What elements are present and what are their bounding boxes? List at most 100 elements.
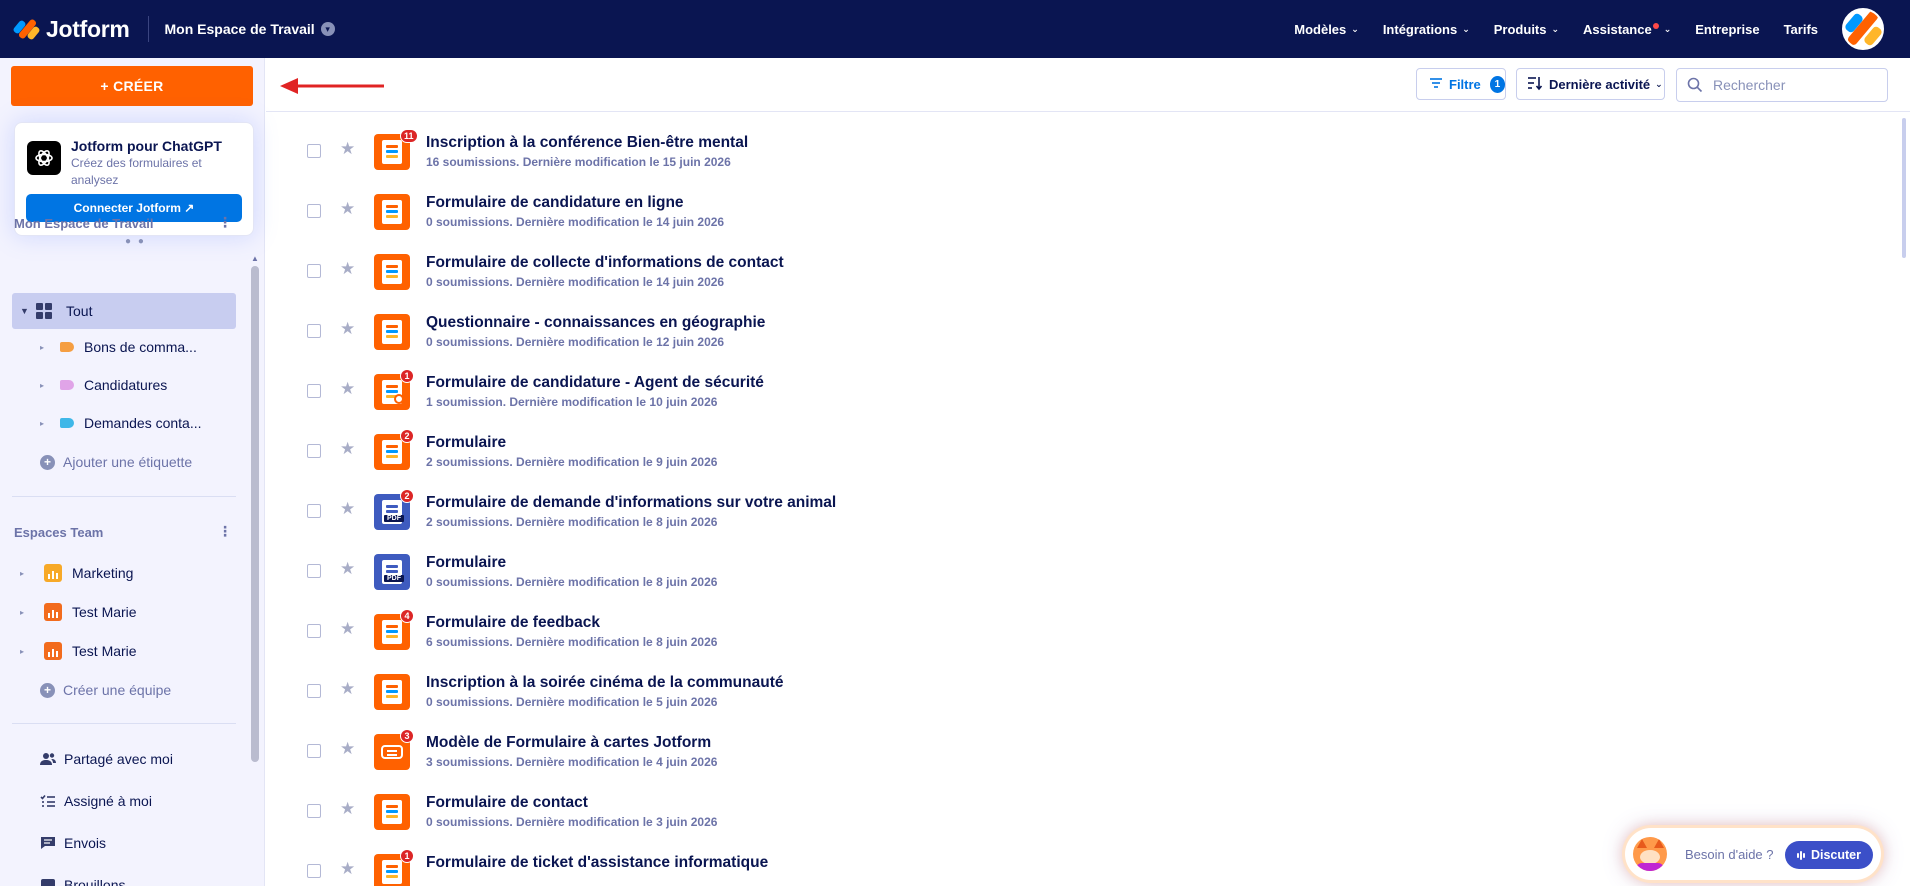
form-title[interactable]: Formulaire de collecte d'informations de…: [426, 254, 784, 272]
form-row[interactable]: ★ 3 Modèle de Formulaire à cartes Jotform 3…: [266, 720, 1900, 780]
form-icon[interactable]: [374, 794, 410, 830]
help-chat-widget[interactable]: Besoin d'aide ? Discuter: [1625, 828, 1881, 880]
sidebar-label-item[interactable]: ▸ Candidatures: [40, 373, 167, 397]
nav-item-0[interactable]: Modèles ⌄: [1294, 22, 1359, 37]
form-row[interactable]: ★ Questionnaire - connaissances en géogra…: [266, 300, 1900, 360]
form-row[interactable]: ★ 11 Inscription à la conférence Bien-être…: [266, 120, 1900, 180]
nav-item-1[interactable]: Intégrations ⌄: [1383, 22, 1470, 37]
form-checkbox[interactable]: [307, 564, 321, 578]
create-team-button[interactable]: + Créer une équipe: [40, 678, 171, 702]
filter-button[interactable]: Filtre 1: [1416, 68, 1506, 100]
create-button[interactable]: + CRÉER: [11, 66, 253, 106]
form-checkbox[interactable]: [307, 504, 321, 518]
add-label-button[interactable]: + Ajouter une étiquette: [40, 450, 192, 474]
sidebar-item-message[interactable]: Envois: [40, 831, 106, 855]
team-item[interactable]: ▸ Test Marie: [20, 600, 137, 624]
star-icon[interactable]: ★: [340, 439, 355, 459]
form-title[interactable]: Modèle de Formulaire à cartes Jotform: [426, 734, 711, 752]
star-icon[interactable]: ★: [340, 499, 355, 519]
jotform-logo[interactable]: Jotform: [12, 16, 130, 43]
form-title[interactable]: Inscription à la conférence Bien-être me…: [426, 134, 748, 152]
form-icon[interactable]: [374, 194, 410, 230]
form-row[interactable]: ★ 1 Formulaire de candidature - Agent de s…: [266, 360, 1900, 420]
star-icon[interactable]: ★: [340, 199, 355, 219]
star-icon[interactable]: ★: [340, 259, 355, 279]
form-row[interactable]: ★ Inscription à la soirée cinéma de la co…: [266, 660, 1900, 720]
form-checkbox[interactable]: [307, 384, 321, 398]
sort-dropdown[interactable]: Dernière activité ⌄: [1516, 68, 1665, 100]
form-icon[interactable]: [374, 254, 410, 290]
caret-right-icon[interactable]: ▸: [40, 343, 54, 352]
nav-item-4[interactable]: Entreprise: [1695, 22, 1759, 37]
form-title[interactable]: Formulaire de ticket d'assistance inform…: [426, 854, 768, 872]
form-row[interactable]: ★ Formulaire de candidature en ligne 0 sou…: [266, 180, 1900, 240]
team-item[interactable]: ▸ Marketing: [20, 561, 133, 585]
form-checkbox[interactable]: [307, 324, 321, 338]
form-title[interactable]: Formulaire de demande d'informations sur…: [426, 494, 836, 512]
star-icon[interactable]: ★: [340, 739, 355, 759]
workspace-switcher[interactable]: Mon Espace de Travail ▾: [165, 21, 335, 37]
scroll-up-icon[interactable]: ▲: [251, 254, 259, 263]
star-icon[interactable]: ★: [340, 319, 355, 339]
form-title[interactable]: Formulaire: [426, 554, 506, 572]
user-avatar[interactable]: [1842, 8, 1884, 50]
form-title[interactable]: Formulaire de feedback: [426, 614, 600, 632]
search-input[interactable]: [1713, 77, 1883, 93]
caret-right-icon[interactable]: ▸: [40, 419, 54, 428]
form-checkbox[interactable]: [307, 624, 321, 638]
nav-item-2[interactable]: Produits ⌄: [1494, 22, 1559, 37]
form-row[interactable]: ★ PDF Formulaire 0 soumissions. Dernière mo…: [266, 540, 1900, 600]
form-row[interactable]: ★ PDF 2 Formulaire de demande d'information…: [266, 480, 1900, 540]
form-icon[interactable]: [374, 314, 410, 350]
form-title[interactable]: Formulaire de contact: [426, 794, 588, 812]
form-title[interactable]: Formulaire de candidature - Agent de séc…: [426, 374, 764, 392]
sidebar-label-item[interactable]: ▸ Demandes conta...: [40, 411, 202, 435]
form-title[interactable]: Inscription à la soirée cinéma de la com…: [426, 674, 783, 692]
form-icon[interactable]: [374, 674, 410, 710]
star-icon[interactable]: ★: [340, 799, 355, 819]
caret-right-icon[interactable]: ▸: [20, 569, 34, 578]
star-icon[interactable]: ★: [340, 139, 355, 159]
sidebar-scrollbar[interactable]: ▲: [249, 254, 261, 886]
sidebar-scrollbar-thumb[interactable]: [251, 266, 259, 762]
main-scrollbar[interactable]: [1900, 58, 1910, 886]
sidebar-item-all[interactable]: ▼ Tout: [12, 293, 236, 329]
form-checkbox[interactable]: [307, 744, 321, 758]
form-checkbox[interactable]: [307, 204, 321, 218]
form-row[interactable]: ★ Formulaire de collecte d'informations d…: [266, 240, 1900, 300]
caret-right-icon[interactable]: ▸: [20, 647, 34, 656]
sidebar-label-item[interactable]: ▸ Bons de comma...: [40, 335, 197, 359]
sidebar-item-drafts[interactable]: Brouillons: [40, 873, 125, 886]
form-checkbox[interactable]: [307, 864, 321, 878]
pdf-form-icon[interactable]: PDF: [374, 554, 410, 590]
star-icon[interactable]: ★: [340, 679, 355, 699]
nav-item-3[interactable]: Assistance ⌄: [1583, 22, 1671, 37]
resize-handle[interactable]: ● ●: [125, 236, 146, 247]
star-icon[interactable]: ★: [340, 559, 355, 579]
workspace-more-icon[interactable]: ⋮: [218, 214, 232, 231]
form-checkbox[interactable]: [307, 264, 321, 278]
form-title[interactable]: Formulaire de candidature en ligne: [426, 194, 684, 212]
form-checkbox[interactable]: [307, 444, 321, 458]
nav-item-5[interactable]: Tarifs: [1784, 22, 1818, 37]
form-checkbox[interactable]: [307, 684, 321, 698]
form-row[interactable]: ★ 2 Formulaire 2 soumissions. Dernière modi…: [266, 420, 1900, 480]
caret-right-icon[interactable]: ▸: [40, 381, 54, 390]
form-row[interactable]: ★ 4 Formulaire de feedback 6 soumissions. D…: [266, 600, 1900, 660]
star-icon[interactable]: ★: [340, 619, 355, 639]
form-title[interactable]: Questionnaire - connaissances en géograp…: [426, 314, 765, 332]
main-scrollbar-thumb[interactable]: [1902, 118, 1906, 258]
chat-button[interactable]: Discuter: [1785, 841, 1873, 869]
caret-right-icon[interactable]: ▸: [20, 608, 34, 617]
form-title[interactable]: Formulaire: [426, 434, 506, 452]
form-checkbox[interactable]: [307, 144, 321, 158]
sidebar-item-assigned-list[interactable]: Assigné à moi: [40, 789, 152, 813]
caret-down-icon[interactable]: ▼: [20, 306, 30, 316]
star-icon[interactable]: ★: [340, 859, 355, 879]
search-box[interactable]: [1676, 68, 1888, 102]
form-checkbox[interactable]: [307, 804, 321, 818]
teams-more-icon[interactable]: ⋮: [218, 523, 232, 540]
team-item[interactable]: ▸ Test Marie: [20, 639, 137, 663]
sidebar-item-shared-users[interactable]: Partagé avec moi: [40, 747, 173, 771]
star-icon[interactable]: ★: [340, 379, 355, 399]
